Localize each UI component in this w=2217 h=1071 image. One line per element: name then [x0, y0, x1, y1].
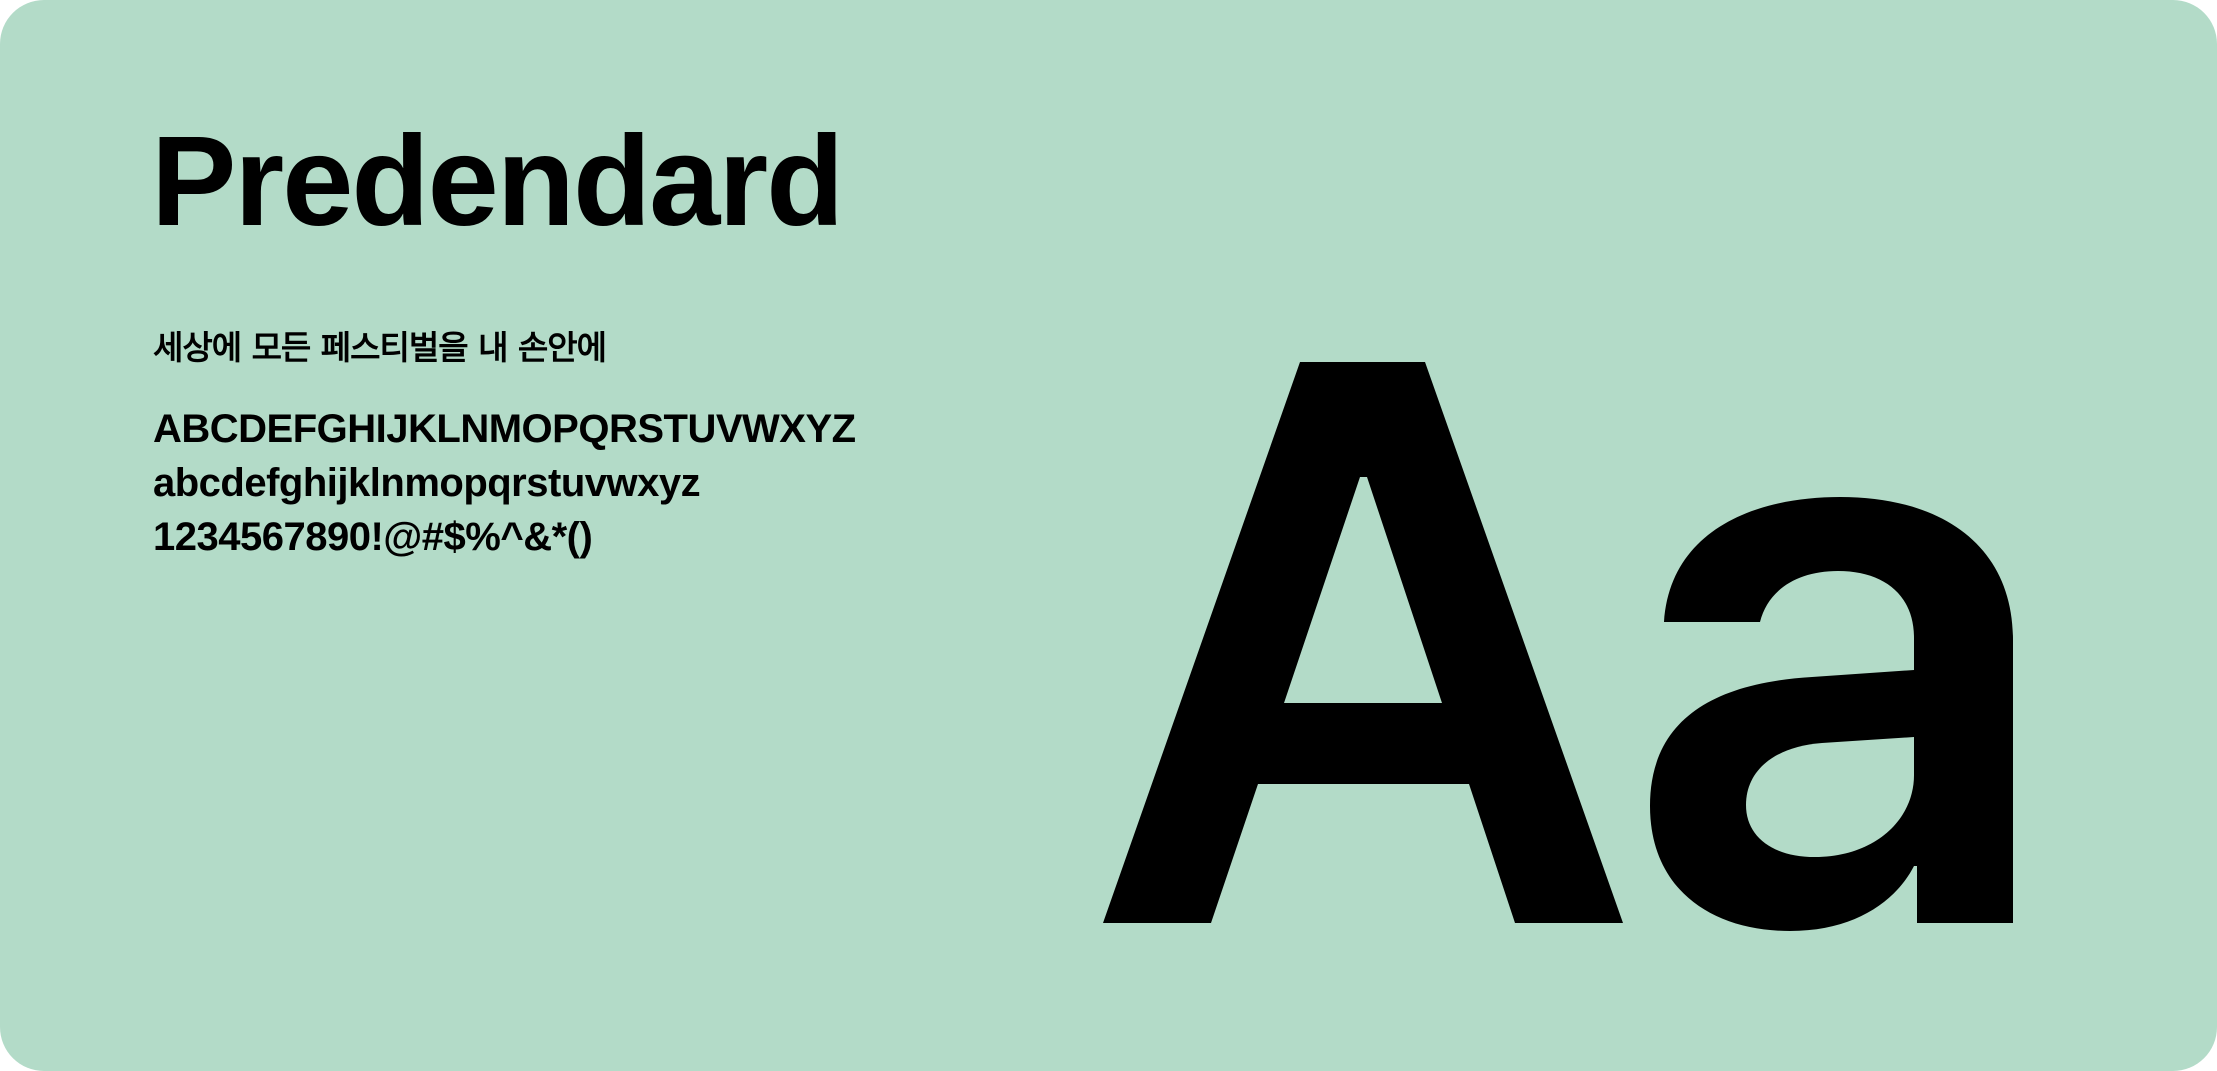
glyph-lowercase-a [1650, 497, 2013, 931]
glyph-capital-a [1103, 362, 1623, 923]
font-specimen-card: Predendard 세상에 모든 페스티벌을 내 손안에 ABCDEFGHIJ… [0, 0, 2217, 1071]
display-glyphs-aa [1103, 362, 2013, 931]
